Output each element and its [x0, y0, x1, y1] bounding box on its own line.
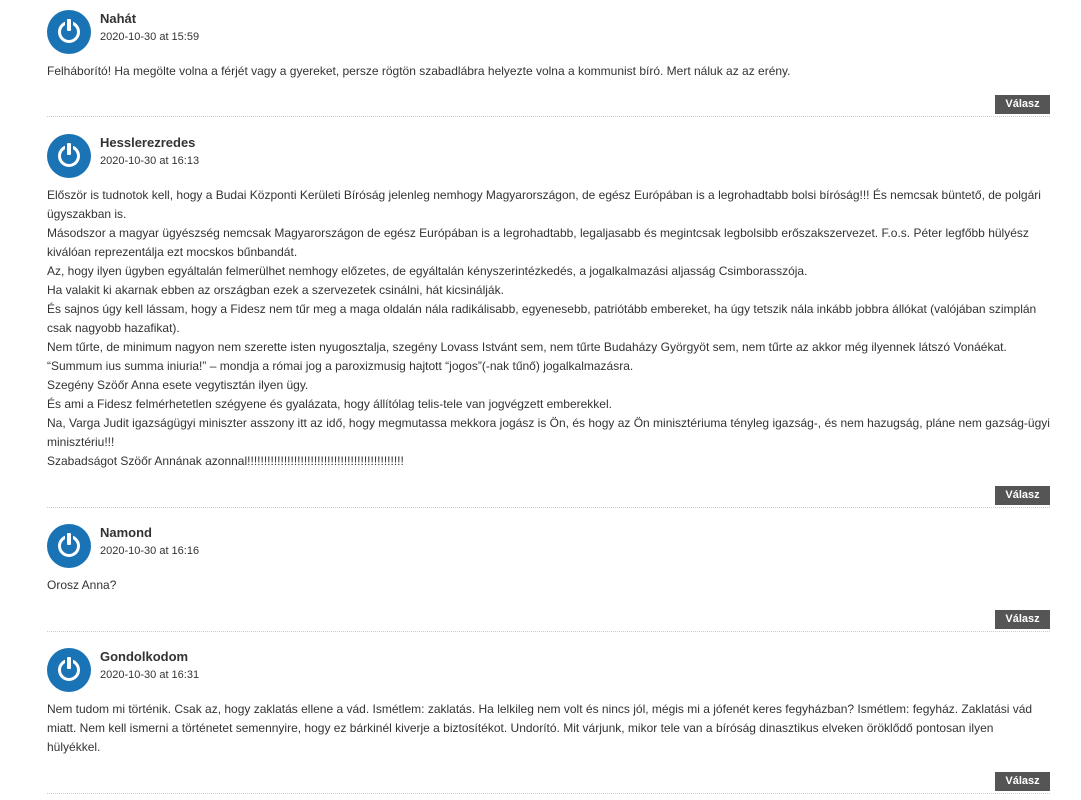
comment-footer: Válasz [47, 607, 1050, 632]
comment-footer: Válasz [47, 483, 1050, 508]
comment-date: 2020-10-30 at 16:31 [100, 669, 200, 681]
comment-header: Namond 2020-10-30 at 16:16 [47, 514, 1050, 574]
comment-date: 2020-10-30 at 16:16 [100, 545, 200, 557]
avatar-power-icon [47, 10, 91, 54]
comment-paragraph: És ami a Fidesz felmérhetetlen szégyene … [47, 397, 612, 411]
comment-author: Hesslerezredes [100, 135, 196, 150]
comment-paragraph: Nem tudom mi történik. Csak az, hogy zak… [47, 702, 1033, 754]
comment-paragraph: Ha valakit ki akarnak ebben az országban… [47, 283, 504, 297]
comment-header: Hesslerezredes 2020-10-30 at 16:13 [47, 124, 1050, 184]
comment-item: Hesslerezredes 2020-10-30 at 16:13 Először… [47, 124, 1050, 508]
comment-paragraph: “Summum ius summa iniuria!” – mondja a r… [47, 359, 634, 373]
avatar-power-icon [47, 648, 91, 692]
comment-item: Gondolkodom 2020-10-30 at 16:31 Nem tudom … [47, 638, 1050, 794]
reply-button[interactable]: Válasz [995, 95, 1050, 114]
comment-item: Nahát 2020-10-30 at 15:59 Felháborító! Ha … [47, 0, 1050, 117]
comment-paragraph: Az, hogy ilyen ügyben egyáltalán felmerü… [47, 264, 808, 278]
comment-paragraph: Először is tudnotok kell, hogy a Budai K… [47, 188, 1041, 221]
comment-body: Felháborító! Ha megölte volna a férjét v… [47, 62, 1050, 81]
comment-author: Nahát [100, 11, 137, 26]
reply-button[interactable]: Válasz [995, 486, 1050, 505]
comment-author: Namond [100, 525, 152, 540]
comment-header: Gondolkodom 2020-10-30 at 16:31 [47, 638, 1050, 698]
comment-paragraph: Másodszor a magyar ügyészség nemcsak Mag… [47, 226, 1029, 259]
comment-body: Először is tudnotok kell, hogy a Budai K… [47, 186, 1050, 471]
comment-date: 2020-10-30 at 16:13 [100, 155, 200, 167]
comment-paragraph: Szabadságot Szöőr Annának azonnal!!!!!!!… [47, 454, 404, 468]
comment-paragraph: Felháborító! Ha megölte volna a férjét v… [47, 64, 791, 78]
reply-button[interactable]: Válasz [995, 772, 1050, 791]
comment-footer: Válasz [47, 92, 1050, 117]
reply-button[interactable]: Válasz [995, 610, 1050, 629]
comment-paragraph: Szegény Szöőr Anna esete vegytisztán ily… [47, 378, 309, 392]
comment-author: Gondolkodom [100, 649, 189, 664]
comment-body: Orosz Anna? [47, 576, 1050, 595]
comment-paragraph: Na, Varga Judit igazságügyi miniszter as… [47, 416, 1050, 449]
comment-paragraph: Nem tűrte, de minimum nagyon nem szerett… [47, 340, 1007, 354]
avatar-power-icon [47, 524, 91, 568]
comment-paragraph: És sajnos úgy kell lássam, hogy a Fidesz… [47, 302, 1037, 335]
comment-paragraph: Orosz Anna? [47, 578, 117, 592]
comment-date: 2020-10-30 at 15:59 [100, 31, 200, 43]
avatar-power-icon [47, 134, 91, 178]
comment-item: Namond 2020-10-30 at 16:16 Orosz Anna? Vála… [47, 514, 1050, 632]
comment-body: Nem tudom mi történik. Csak az, hogy zak… [47, 700, 1050, 757]
comment-footer: Válasz [47, 769, 1050, 794]
comment-header: Nahát 2020-10-30 at 15:59 [47, 0, 1050, 60]
